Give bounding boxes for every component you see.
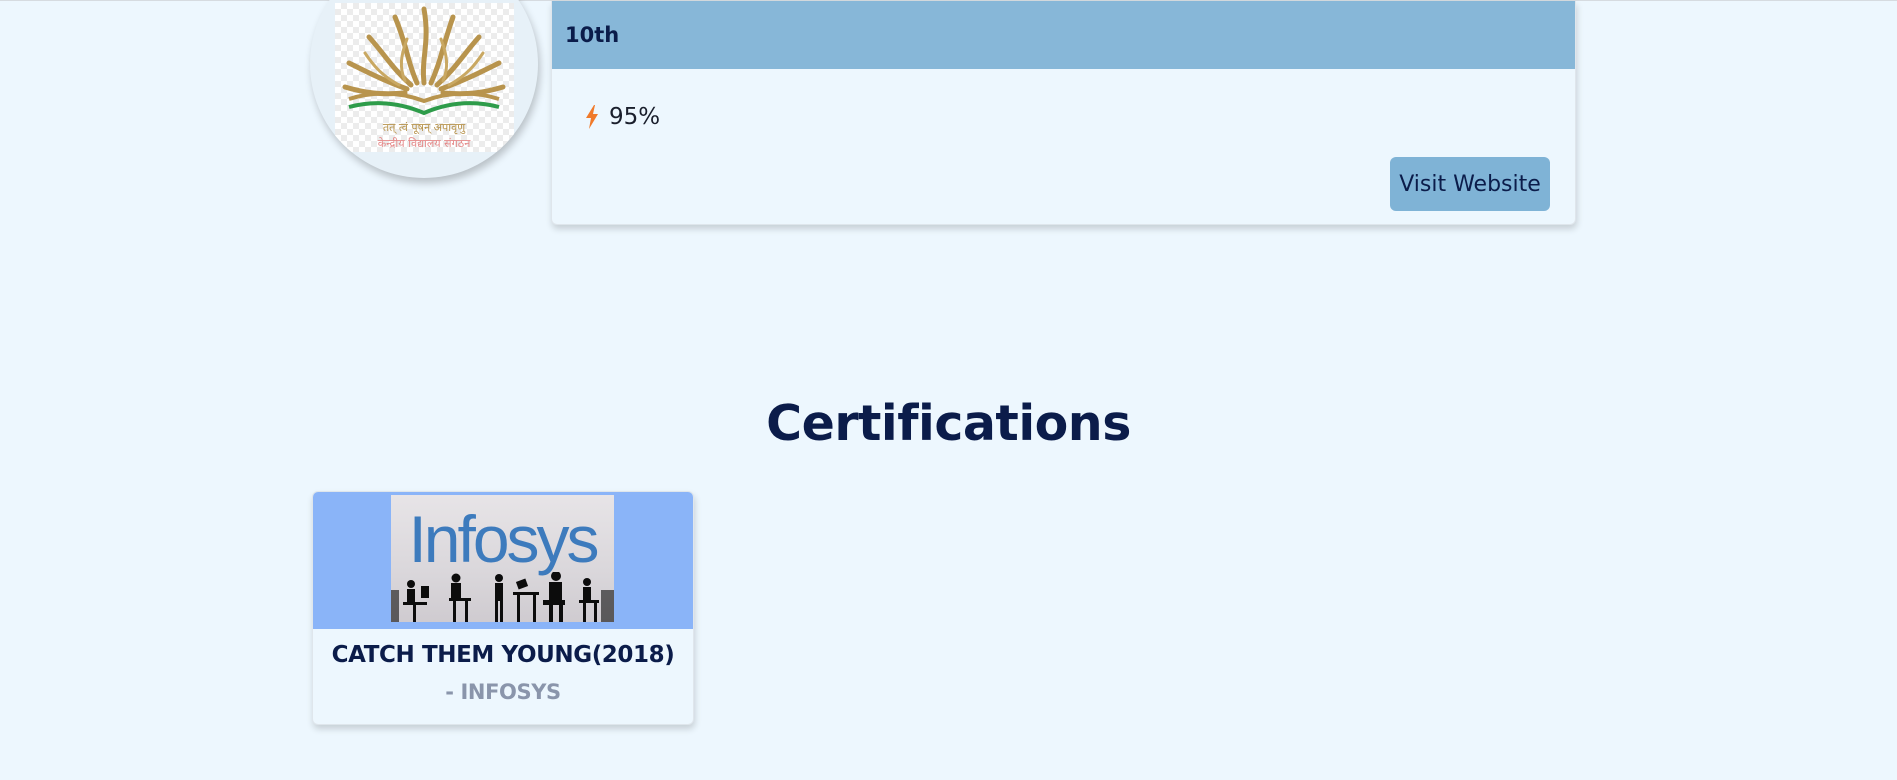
certification-issuer: - INFOSYS [445,680,561,704]
lightning-bolt-icon [585,105,599,129]
logo-org-text: केन्द्रीय विद्यालय संगठन [378,137,472,150]
certifications-heading: Certifications [766,395,1131,452]
infosys-brand-text: Infosys [408,502,599,576]
kendriya-vidyalaya-logo: तत् त्वं पूषन् अपावृणु केन्द्रीय विद्याल… [335,3,514,152]
education-level: 10th [565,23,620,47]
education-level-header: 10th [552,1,1575,69]
certification-card: Infosys CATCH THEM YOUNG(2018) - INFOSYS [312,491,694,725]
certification-title: CATCH THEM YOUNG(2018) [331,642,675,668]
education-score: 95% [609,104,661,130]
education-card: 10th 95% Visit Website [551,1,1576,225]
infosys-logo: Infosys [391,495,614,622]
logo-motto-text: तत् त्वं पूषन् अपावृणु [383,121,466,135]
certification-banner: Infosys [313,492,693,629]
visit-website-button[interactable]: Visit Website [1390,157,1550,211]
school-logo-badge: तत् त्वं पूषन् अपावृणु केन्द्रीय विद्याल… [310,0,538,178]
education-score-row: 95% [585,104,660,130]
